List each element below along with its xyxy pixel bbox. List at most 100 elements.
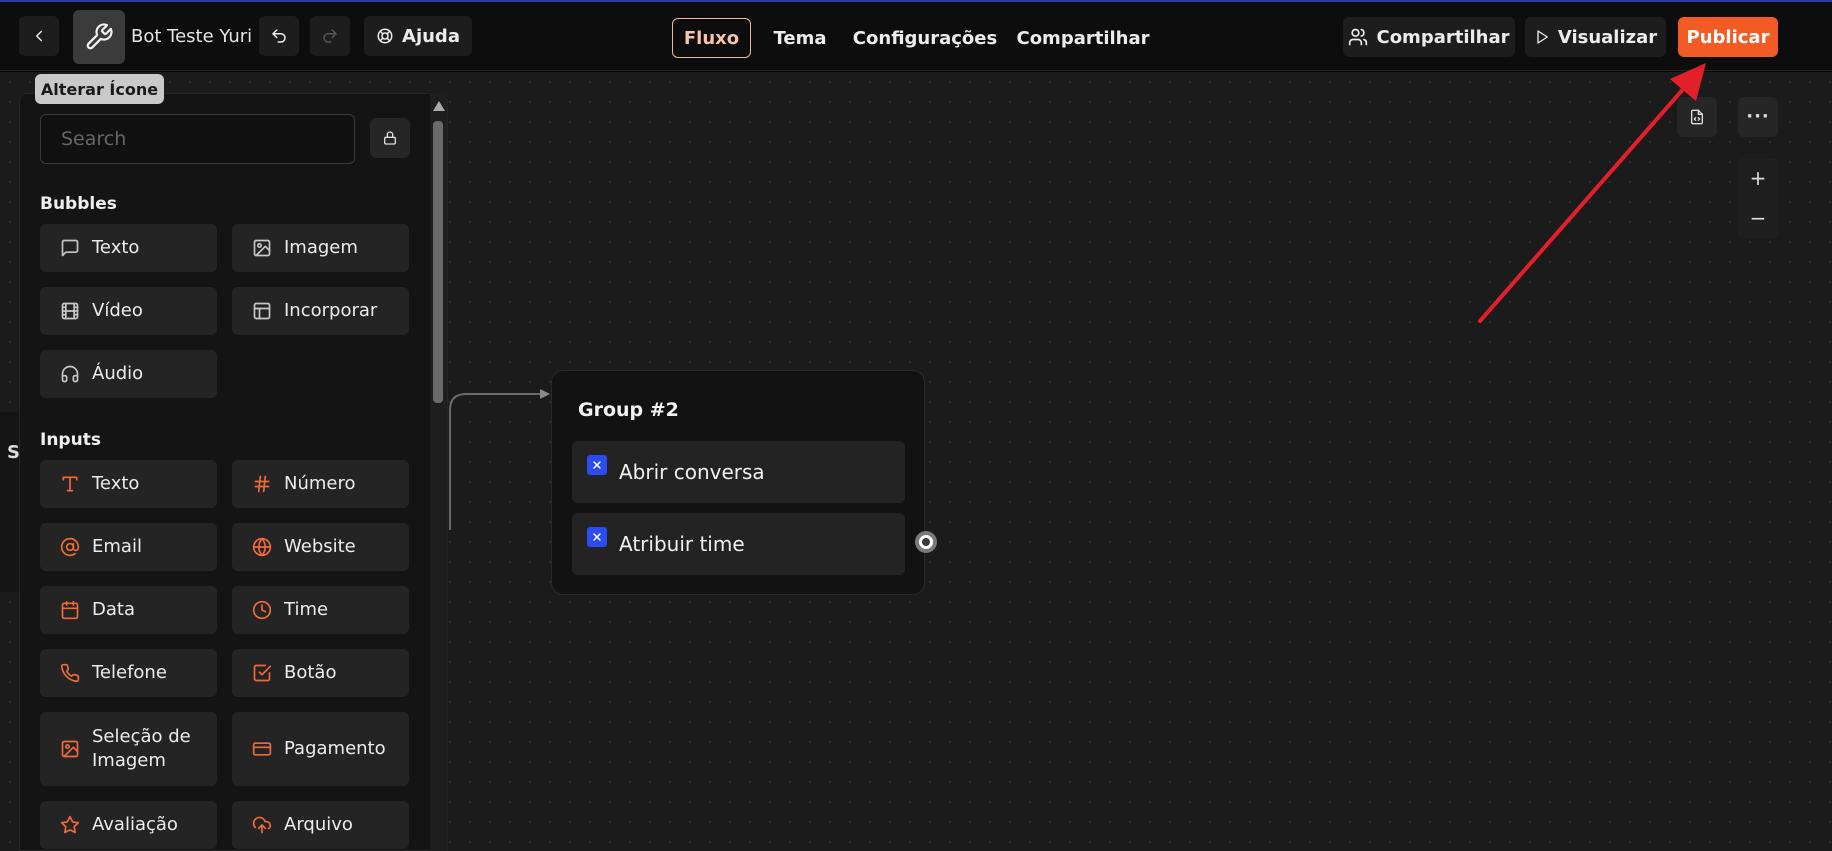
block-label: Arquivo — [284, 813, 353, 835]
bubbles-title: Bubbles — [40, 194, 117, 214]
block-input-numero[interactable]: Número — [232, 460, 409, 508]
clock-icon — [252, 600, 272, 620]
hash-icon — [252, 474, 272, 494]
lifebuoy-icon — [377, 28, 393, 44]
headphones-icon — [60, 364, 80, 384]
block-label: Data — [92, 598, 135, 620]
block-bubble-incorporar[interactable]: Incorporar — [232, 287, 409, 335]
preview-button[interactable]: Visualizar — [1525, 17, 1666, 57]
zoom-controls: + − — [1738, 158, 1778, 239]
block-bubble-imagem[interactable]: Imagem — [232, 224, 409, 272]
tab-fluxo[interactable]: Fluxo — [672, 18, 751, 58]
more-dots-icon: ··· — [1746, 106, 1770, 127]
block-abrir-conversa[interactable]: Abrir conversa — [572, 441, 905, 503]
bot-name[interactable]: Bot Teste Yuri — [131, 26, 252, 47]
scroll-thumb[interactable] — [433, 121, 443, 403]
integration-x-icon — [587, 455, 607, 475]
scroll-up-arrow-icon[interactable] — [433, 101, 445, 111]
message-icon — [60, 238, 80, 258]
at-icon — [60, 537, 80, 557]
tooltip: Alterar Ícone — [35, 74, 164, 104]
block-label: Pagamento — [284, 737, 386, 759]
tab-configuracoes[interactable]: Configurações — [853, 18, 997, 58]
flow-edge — [449, 389, 550, 530]
film-icon — [60, 301, 80, 321]
block-input-selecao-imagem[interactable]: Seleção de Imagem — [40, 712, 217, 786]
block-input-pagamento[interactable]: Pagamento — [232, 712, 409, 786]
plus-icon: + — [1749, 166, 1767, 190]
tab-compartilhar[interactable]: Compartilhar — [1016, 18, 1149, 58]
block-input-texto[interactable]: Texto — [40, 460, 217, 508]
block-label: Texto — [92, 472, 140, 494]
block-label: Texto — [92, 236, 140, 258]
share-button[interactable]: Compartilhar — [1343, 17, 1515, 57]
play-icon — [1537, 30, 1548, 44]
block-label: Áudio — [92, 362, 144, 384]
block-label: Time — [284, 598, 329, 620]
block-label: Incorporar — [284, 299, 378, 321]
block-label: Imagem — [284, 236, 358, 258]
back-button[interactable] — [19, 16, 59, 56]
checkbox-icon — [252, 663, 272, 683]
upload-icon — [252, 815, 272, 835]
block-label: Telefone — [92, 661, 167, 683]
more-options-button[interactable]: ··· — [1738, 97, 1778, 137]
block-atribuir-time[interactable]: Atribuir time — [572, 513, 905, 575]
help-label: Ajuda — [402, 25, 460, 47]
tab-tema[interactable]: Tema — [766, 18, 834, 58]
redo-button[interactable] — [310, 16, 350, 56]
redo-icon — [323, 29, 337, 43]
block-input-email[interactable]: Email — [40, 523, 217, 571]
lock-icon — [384, 131, 396, 145]
block-input-telefone[interactable]: Telefone — [40, 649, 217, 697]
undo-icon — [272, 29, 286, 43]
block-bubble-audio[interactable]: Áudio — [40, 350, 217, 398]
search-input[interactable] — [40, 114, 355, 164]
zoom-in-button[interactable]: + — [1738, 158, 1778, 198]
group-node[interactable]: Group #2 Abrir conversa Atribuir time — [551, 370, 925, 595]
block-label: Email — [92, 535, 142, 557]
block-input-time[interactable]: Time — [232, 586, 409, 634]
calendar-icon — [60, 600, 80, 620]
block-input-arquivo[interactable]: Arquivo — [232, 801, 409, 849]
users-icon — [1349, 28, 1368, 46]
credit-card-icon — [252, 739, 272, 759]
lock-sidebar-button[interactable] — [370, 118, 410, 158]
annotation-arrow — [1478, 63, 1706, 323]
star-icon — [60, 815, 80, 835]
undo-button[interactable] — [259, 16, 299, 56]
zoom-out-button[interactable]: − — [1738, 198, 1778, 238]
block-label: Vídeo — [92, 299, 143, 321]
layout-icon — [252, 301, 272, 321]
sidebar-scrollbar[interactable] — [430, 93, 447, 851]
block-input-botao[interactable]: Botão — [232, 649, 409, 697]
block-input-data[interactable]: Data — [40, 586, 217, 634]
chevron-left-icon — [36, 30, 42, 42]
wrench-icon — [86, 23, 113, 50]
block-bubble-video[interactable]: Vídeo — [40, 287, 217, 335]
block-label: Número — [284, 472, 356, 494]
preview-label: Visualizar — [1557, 26, 1658, 48]
share-label: Compartilhar — [1376, 26, 1510, 48]
publish-button[interactable]: Publicar — [1678, 17, 1778, 57]
blocks-sidebar: Bubbles Texto Imagem Vídeo Incorporar Áu… — [19, 93, 448, 851]
phone-icon — [60, 663, 80, 683]
integration-x-icon — [587, 527, 607, 547]
globe-icon — [252, 537, 272, 557]
minus-icon: − — [1749, 206, 1767, 230]
image-select-icon — [60, 739, 80, 759]
block-input-avaliacao[interactable]: Avaliação — [40, 801, 217, 849]
text-icon — [60, 474, 80, 494]
block-input-website[interactable]: Website — [232, 523, 409, 571]
change-icon-button[interactable] — [73, 10, 125, 64]
block-label: Atribuir time — [619, 532, 745, 556]
group-title[interactable]: Group #2 — [578, 399, 679, 421]
block-label: Website — [284, 535, 356, 557]
inputs-title: Inputs — [40, 430, 101, 450]
block-label: Seleção de Imagem — [92, 725, 191, 771]
output-port[interactable] — [915, 531, 937, 553]
help-button[interactable]: Ajuda — [364, 16, 472, 56]
block-label: Abrir conversa — [619, 460, 765, 484]
block-label: Botão — [284, 661, 337, 683]
block-bubble-texto[interactable]: Texto — [40, 224, 217, 272]
